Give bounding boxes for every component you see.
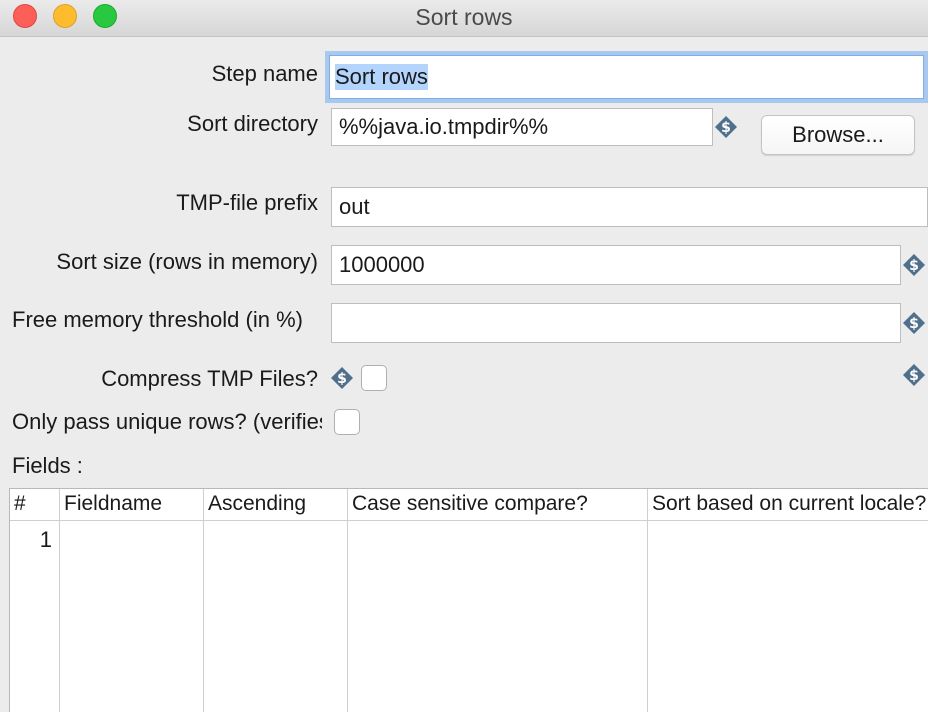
free-memory-label: Free memory threshold (in %) [12,307,303,332]
fields-table[interactable]: # Fieldname Ascending Case sensitive com… [9,488,928,712]
svg-text:$: $ [337,371,347,387]
column-header-ascending[interactable]: Ascending [204,489,348,521]
sort-rows-dialog: Sort rows Step name Sort rows Sort direc… [0,0,928,712]
sort-directory-label: Sort directory [187,111,318,136]
window-title: Sort rows [415,4,513,30]
title-bar[interactable]: Sort rows [0,0,928,37]
step-name-input[interactable]: Sort rows [325,51,928,103]
dollar-diamond-icon[interactable]: $ [902,253,926,277]
free-memory-input[interactable] [331,303,901,343]
unique-rows-checkbox[interactable] [334,409,360,435]
fields-label: Fields : [12,453,83,478]
column-header-fieldname[interactable]: Fieldname [60,489,204,521]
tmp-prefix-input[interactable]: out [331,187,928,227]
column-fieldname[interactable] [60,521,204,712]
step-name-label: Step name [211,61,318,86]
column-locale[interactable] [648,521,928,712]
tmp-prefix-label: TMP-file prefix [176,190,318,215]
svg-text:$: $ [909,368,919,384]
sort-directory-value: %%java.io.tmpdir%% [339,114,549,139]
column-case-sensitive[interactable] [348,521,648,712]
column-header-number[interactable]: # [10,489,60,521]
compress-label: Compress TMP Files? [101,366,318,391]
browse-button[interactable]: Browse... [761,115,915,155]
tmp-prefix-value: out [339,194,370,219]
sort-size-label: Sort size (rows in memory) [56,249,318,274]
sort-size-value: 1000000 [339,252,425,277]
column-ascending[interactable] [204,521,348,712]
dollar-diamond-icon[interactable]: $ [714,115,738,139]
step-name-value: Sort rows [335,64,428,90]
svg-text:$: $ [909,316,919,332]
dollar-diamond-icon[interactable]: $ [902,363,926,387]
dollar-diamond-icon[interactable]: $ [902,311,926,335]
unique-rows-label: Only pass unique rows? (verifies keys on… [12,409,322,434]
svg-text:$: $ [721,120,731,136]
sort-size-input[interactable]: 1000000 [331,245,901,285]
dialog-content: Step name Sort rows Sort directory %%jav… [0,37,928,712]
column-header-locale[interactable]: Sort based on current locale? [648,489,928,521]
column-header-case-sensitive[interactable]: Case sensitive compare? [348,489,648,521]
table-row-number: 1 [39,527,52,552]
sort-directory-input[interactable]: %%java.io.tmpdir%% [331,108,713,146]
svg-text:$: $ [909,258,919,274]
compress-checkbox[interactable] [361,365,387,391]
dollar-diamond-icon[interactable]: $ [330,366,354,390]
